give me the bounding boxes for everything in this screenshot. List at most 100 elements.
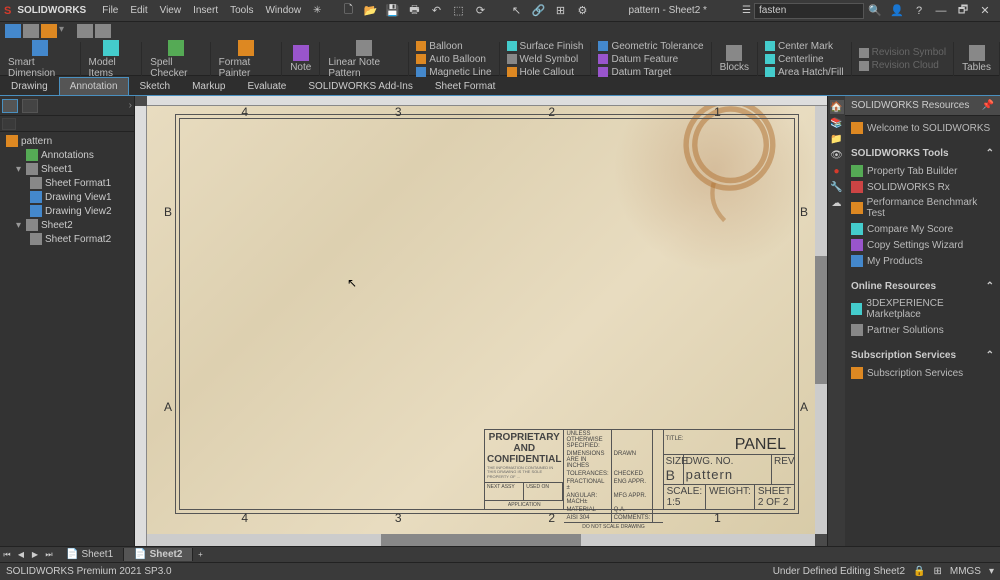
menu-tools[interactable]: Tools (224, 5, 259, 16)
restore-icon[interactable]: 🗗 (952, 2, 974, 20)
tp-design-icon[interactable]: 📁 (830, 132, 844, 146)
tree-sheet-format1[interactable]: Sheet Format1 (2, 176, 132, 190)
collapse-icon[interactable]: ⌃ (986, 281, 994, 292)
tree-root[interactable]: pattern (2, 134, 132, 148)
rp-partner[interactable]: Partner Solutions (851, 322, 994, 338)
tab-annotation[interactable]: Annotation (59, 77, 129, 95)
status-units[interactable]: MMGS (950, 566, 981, 577)
linear-note-pattern-button[interactable]: Linear Note Pattern (324, 40, 404, 79)
qat-undo-icon[interactable]: ↶ (425, 2, 447, 20)
tree-drawing-view1[interactable]: Drawing View1 (2, 190, 132, 204)
status-lock-icon[interactable]: 🔒 (913, 566, 925, 577)
search-input[interactable] (754, 3, 864, 19)
rp-my-products[interactable]: My Products (851, 253, 994, 269)
menu-file[interactable]: File (96, 5, 124, 16)
qat-plus-icon[interactable]: ⊞ (549, 2, 571, 20)
fm-tab-config[interactable] (22, 99, 38, 113)
tp-forum-icon[interactable]: ☁ (830, 196, 844, 210)
tp-custom-icon[interactable]: 🔧 (830, 180, 844, 194)
model-items-button[interactable]: Model Items (85, 40, 138, 79)
fm-tab-tree[interactable] (2, 99, 18, 113)
close-icon[interactable]: ✕ (974, 2, 996, 20)
help-icon[interactable]: ? (908, 2, 930, 20)
sheet-tab-1[interactable]: 📄Sheet1 (56, 548, 124, 561)
balloon-button[interactable]: Balloon (413, 40, 465, 53)
qat-print-icon[interactable]: 🖶 (403, 2, 425, 20)
qat-save-icon[interactable]: 💾 (381, 2, 403, 20)
tree-sheet-format2[interactable]: Sheet Format2 (2, 232, 132, 246)
revision-cloud-button[interactable]: Revision Cloud (856, 59, 942, 72)
menu-view[interactable]: View (154, 5, 188, 16)
qat-cursor-icon[interactable]: ↖ (505, 2, 527, 20)
sheet-add-icon[interactable]: + (193, 548, 207, 562)
rp-marketplace[interactable]: 3DEXPERIENCE Marketplace (851, 296, 994, 322)
format-painter-button[interactable]: Format Painter (215, 40, 278, 79)
rp-copy-settings[interactable]: Copy Settings Wizard (851, 237, 994, 253)
qat-select-icon[interactable]: ⬚ (447, 2, 469, 20)
weld-symbol-button[interactable]: Weld Symbol (504, 53, 582, 66)
tp-resources-icon[interactable]: 📚 (830, 116, 844, 130)
qat-icon[interactable] (5, 24, 21, 38)
rp-welcome[interactable]: Welcome to SOLIDWORKS (851, 120, 994, 136)
drawing-canvas[interactable]: 4 3 2 1 4 3 2 1 B A B A (147, 106, 815, 534)
rp-rx[interactable]: SOLIDWORKS Rx (851, 179, 994, 195)
horizontal-scrollbar[interactable] (147, 534, 815, 546)
rp-pin-icon[interactable]: 📌 (982, 100, 994, 111)
qat-new-icon[interactable]: 🗋 (337, 2, 359, 20)
sheet-prev-icon[interactable]: ◀ (14, 548, 28, 562)
rp-compare[interactable]: Compare My Score (851, 221, 994, 237)
qat-icon[interactable] (95, 24, 111, 38)
status-flag-icon[interactable]: ▾ (989, 566, 994, 577)
revision-symbol-button[interactable]: Revision Symbol (856, 46, 949, 59)
tab-sheet-format[interactable]: Sheet Format (424, 77, 507, 95)
menu-window[interactable]: Window (259, 5, 307, 16)
hole-callout-button[interactable]: Hole Callout (504, 66, 577, 79)
qat-link-icon[interactable]: 🔗 (527, 2, 549, 20)
tab-markup[interactable]: Markup (181, 77, 236, 95)
qat-rebuild-icon[interactable]: ⟳ (469, 2, 491, 20)
menu-help-icon[interactable]: ✳ (307, 5, 327, 16)
menu-insert[interactable]: Insert (187, 5, 224, 16)
surface-finish-button[interactable]: Surface Finish (504, 40, 587, 53)
collapse-icon[interactable]: ⌃ (986, 148, 994, 159)
fm-filter-button[interactable] (2, 118, 16, 130)
rp-property-tab[interactable]: Property Tab Builder (851, 163, 994, 179)
rp-subscription[interactable]: Subscription Services (851, 365, 994, 381)
tree-sheet1[interactable]: ▾Sheet1 (2, 162, 132, 176)
tab-evaluate[interactable]: Evaluate (236, 77, 297, 95)
search-go-icon[interactable]: 🔍 (864, 2, 886, 20)
minimize-icon[interactable]: ― (930, 2, 952, 20)
smart-dimension-button[interactable]: Smart Dimension (4, 40, 76, 79)
qat-settings-icon[interactable]: ⚙ (571, 2, 593, 20)
geometric-tolerance-button[interactable]: Geometric Tolerance (595, 40, 706, 53)
tree-drawing-view2[interactable]: Drawing View2 (2, 204, 132, 218)
fm-expand-icon[interactable]: › (129, 100, 132, 111)
tab-drawing[interactable]: Drawing (0, 77, 59, 95)
datum-feature-button[interactable]: Datum Feature (595, 53, 681, 66)
sheet-first-icon[interactable]: ⏮ (0, 548, 14, 562)
menu-edit[interactable]: Edit (124, 5, 153, 16)
centerline-button[interactable]: Centerline (762, 53, 827, 66)
auto-balloon-button[interactable]: Auto Balloon (413, 53, 489, 66)
sheet-next-icon[interactable]: ▶ (28, 548, 42, 562)
area-hatch-button[interactable]: Area Hatch/Fill (762, 66, 847, 79)
qat-icon[interactable] (77, 24, 93, 38)
status-view-icon[interactable]: ⊞ (933, 566, 941, 577)
vertical-scrollbar[interactable] (815, 106, 827, 534)
center-mark-button[interactable]: Center Mark (762, 40, 836, 53)
tree-sheet2[interactable]: ▾Sheet2 (2, 218, 132, 232)
qat-open-icon[interactable]: 📂 (359, 2, 381, 20)
sheet-tab-2[interactable]: 📄Sheet2 (124, 548, 193, 561)
tab-sketch[interactable]: Sketch (129, 77, 182, 95)
collapse-icon[interactable]: ⌃ (986, 350, 994, 361)
datum-target-button[interactable]: Datum Target (595, 66, 674, 79)
tree-annotations[interactable]: Annotations (2, 148, 132, 162)
qat-icon[interactable] (23, 24, 39, 38)
qat-icon[interactable] (41, 24, 57, 38)
spell-checker-button[interactable]: Spell Checker (146, 40, 205, 79)
tp-view-icon[interactable]: 👁 (830, 148, 844, 162)
sheet-last-icon[interactable]: ⏭ (42, 548, 56, 562)
blocks-button[interactable]: Blocks (716, 45, 753, 73)
note-button[interactable]: Note (286, 45, 315, 73)
login-icon[interactable]: 👤 (886, 2, 908, 20)
